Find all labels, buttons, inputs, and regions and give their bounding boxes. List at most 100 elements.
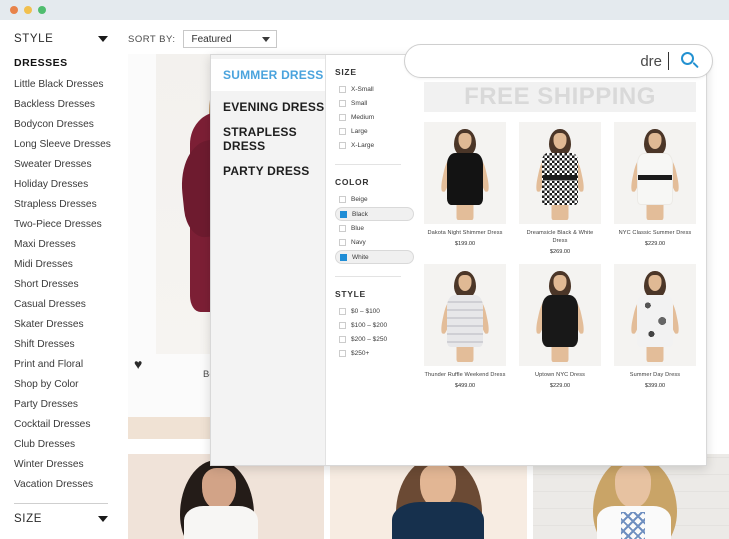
- product-image: [614, 264, 696, 366]
- sidebar-item-party-dresses[interactable]: Party Dresses: [14, 395, 108, 415]
- filter-label: Small: [351, 100, 368, 107]
- filter-label: $250+: [351, 350, 370, 357]
- sidebar-item-club-dresses[interactable]: Club Dresses: [14, 435, 108, 455]
- product-name: NYC Classic Summer Dress: [618, 230, 692, 236]
- sidebar-item-maxi-dresses[interactable]: Maxi Dresses: [14, 235, 108, 255]
- model-face: [614, 464, 651, 508]
- filter-color-blue[interactable]: Blue: [335, 222, 414, 235]
- sidebar-item-backless-dresses[interactable]: Backless Dresses: [14, 95, 108, 115]
- sidebar-size-header[interactable]: SIZE: [14, 510, 108, 535]
- strip-photo-3[interactable]: [532, 454, 729, 539]
- strip-photo-2[interactable]: [330, 454, 527, 539]
- filter-size-small[interactable]: Small: [335, 97, 414, 110]
- sidebar-item-long-sleeve-dresses[interactable]: Long Sleeve Dresses: [14, 135, 111, 155]
- product-card[interactable]: Dreamsicle Black & White Dress $269.00: [519, 122, 601, 255]
- flyout-category-summer-dress[interactable]: SUMMER DRESS: [211, 59, 325, 91]
- sidebar-item-casual-dresses[interactable]: Casual Dresses: [14, 295, 108, 315]
- filter-size-large[interactable]: Large: [335, 125, 414, 138]
- filter-color-navy[interactable]: Navy: [335, 236, 414, 249]
- checkbox-checked-icon: [340, 253, 347, 261]
- product-name: Uptown NYC Dress: [534, 372, 586, 378]
- search-flyout-panel: SUMMER DRESS EVENING DRESS STRAPLESS DRE…: [210, 54, 707, 466]
- sidebar-item-vacation-dresses[interactable]: Vacation Dresses: [14, 475, 108, 495]
- search-input[interactable]: dre: [640, 53, 668, 70]
- model-top: [184, 506, 258, 539]
- close-button[interactable]: [10, 6, 18, 14]
- browser-window: STYLE DRESSES Little Black Dresses Backl…: [0, 0, 729, 539]
- sidebar-item-little-black-dresses[interactable]: Little Black Dresses: [14, 75, 108, 95]
- product-card[interactable]: NYC Classic Summer Dress $229.00: [614, 122, 696, 255]
- sidebar-item-shop-by-color[interactable]: Shop by Color: [14, 375, 108, 395]
- chevron-down-icon: [98, 516, 108, 522]
- sort-by-select[interactable]: Featured: [183, 30, 278, 48]
- sort-bar: SORT BY: Featured: [128, 30, 278, 48]
- checkbox-icon: [339, 322, 346, 329]
- sidebar-item-bodycon-dresses[interactable]: Bodycon Dresses: [14, 115, 108, 135]
- flyout-category-party-dress[interactable]: PARTY DRESS: [211, 155, 325, 187]
- product-card[interactable]: Dakota Night Shimmer Dress $199.00: [424, 122, 506, 255]
- filter-label: Blue: [351, 225, 365, 232]
- filter-price-100-200[interactable]: $100 – $200: [335, 319, 414, 332]
- sidebar-item-shift-dresses[interactable]: Shift Dresses: [14, 335, 108, 355]
- maximize-button[interactable]: [38, 6, 46, 14]
- product-price: $229.00: [644, 241, 666, 247]
- flyout-category-strapless-dress[interactable]: STRAPLESS DRESS: [211, 123, 325, 155]
- product-dress: [637, 295, 673, 347]
- sidebar-item-cocktail-dresses[interactable]: Cocktail Dresses: [14, 415, 108, 435]
- search-icon[interactable]: [681, 51, 700, 71]
- chevron-down-icon: [98, 36, 108, 42]
- sidebar-item-strapless-dresses[interactable]: Strapless Dresses: [14, 195, 108, 215]
- product-card[interactable]: Thunder Ruffle Weekend Dress $499.00: [424, 264, 506, 389]
- model-turtleneck: [392, 502, 485, 539]
- filter-size-x-small[interactable]: X-Small: [335, 83, 414, 96]
- product-grid: Dakota Night Shimmer Dress $199.00 Dream…: [424, 122, 696, 389]
- product-image: [519, 122, 601, 224]
- checkbox-icon: [339, 196, 346, 203]
- product-name: Dreamsicle Black & White Dress: [526, 230, 594, 244]
- checkbox-icon: [339, 100, 346, 107]
- filter-size-medium[interactable]: Medium: [335, 111, 414, 124]
- sidebar-item-midi-dresses[interactable]: Midi Dresses: [14, 255, 108, 275]
- checkbox-icon: [339, 239, 346, 246]
- flyout-category-evening-dress[interactable]: EVENING DRESS: [211, 91, 325, 123]
- product-image: [424, 264, 506, 366]
- checkbox-icon: [339, 225, 346, 232]
- product-dress: [447, 295, 483, 347]
- product-belt: [638, 175, 672, 180]
- sidebar-style-header[interactable]: STYLE: [14, 30, 108, 55]
- minimize-button[interactable]: [24, 6, 32, 14]
- page-content: STYLE DRESSES Little Black Dresses Backl…: [0, 20, 729, 539]
- product-name: Thunder Ruffle Weekend Dress: [424, 372, 506, 378]
- sidebar-item-short-dresses[interactable]: Short Dresses: [14, 275, 108, 295]
- sidebar-item-sweater-dresses[interactable]: Sweater Dresses: [14, 155, 108, 175]
- sidebar-item-two-piece-dresses[interactable]: Two-Piece Dresses: [14, 215, 108, 235]
- sidebar-item-holiday-dresses[interactable]: Holiday Dresses: [14, 175, 108, 195]
- filter-price-0-100[interactable]: $0 – $100: [335, 305, 414, 318]
- filter-color-black[interactable]: Black: [335, 207, 414, 221]
- filter-label: Large: [351, 128, 368, 135]
- filter-color-beige[interactable]: Beige: [335, 193, 414, 206]
- free-shipping-text: FREE SHIPPING: [464, 83, 656, 110]
- flyout-filters: SIZE X-Small Small Medium Large X-Large …: [326, 55, 414, 465]
- sidebar-size-label: SIZE: [14, 513, 42, 525]
- filter-color-white[interactable]: White: [335, 250, 414, 264]
- free-shipping-banner: FREE SHIPPING: [424, 82, 696, 112]
- chevron-down-icon: [262, 37, 271, 42]
- sidebar-item-print-and-floral[interactable]: Print and Floral: [14, 355, 108, 375]
- filter-label: Beige: [351, 196, 368, 203]
- product-price: $199.00: [454, 241, 476, 247]
- filter-price-250-plus[interactable]: $250+: [335, 347, 414, 360]
- filter-price-200-250[interactable]: $200 – $250: [335, 333, 414, 346]
- text-cursor: [668, 52, 669, 70]
- search-bar[interactable]: dre: [404, 44, 713, 78]
- product-card[interactable]: Uptown NYC Dress $229.00: [519, 264, 601, 389]
- filter-size-x-large[interactable]: X-Large: [335, 139, 414, 152]
- product-name: Dakota Night Shimmer Dress: [427, 230, 503, 236]
- product-price: $399.00: [644, 383, 666, 389]
- sidebar-item-winter-dresses[interactable]: Winter Dresses: [14, 455, 108, 475]
- product-card[interactable]: Summer Day Dress $399.00: [614, 264, 696, 389]
- filter-label: Navy: [351, 239, 366, 246]
- sidebar-item-skater-dresses[interactable]: Skater Dresses: [14, 315, 108, 335]
- product-image: [614, 122, 696, 224]
- strip-photo-1[interactable]: [128, 454, 325, 539]
